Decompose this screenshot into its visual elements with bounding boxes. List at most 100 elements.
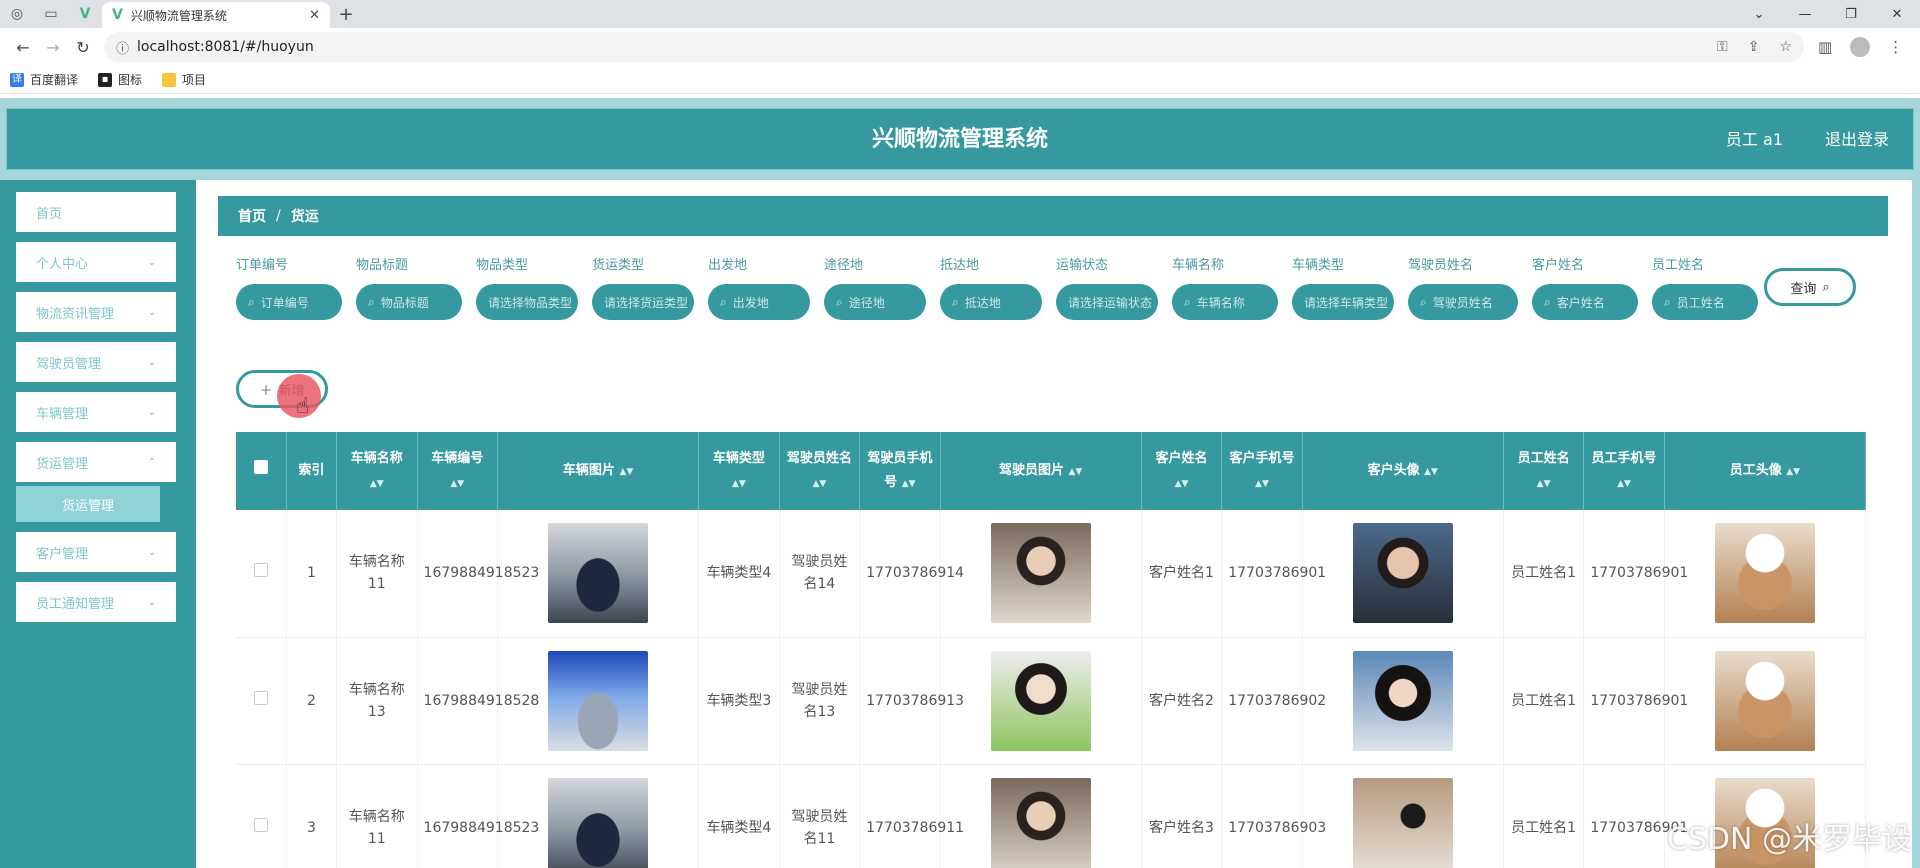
back-icon[interactable]: ← xyxy=(8,32,38,62)
key-icon[interactable]: ⚿ xyxy=(1717,39,1728,55)
driver-photo[interactable] xyxy=(990,523,1091,624)
driver-photo[interactable] xyxy=(990,777,1091,868)
vehicle-name-input[interactable]: ⌕ 车辆名称 xyxy=(1172,284,1278,320)
sidebar-item-drivers[interactable]: 驾驶员管理 ⌄ xyxy=(16,342,176,382)
sidebar-item-vehicles[interactable]: 车辆管理 ⌄ xyxy=(16,392,176,432)
row-checkbox[interactable] xyxy=(253,817,268,832)
sort-icon[interactable]: ▲▼ xyxy=(732,479,746,489)
sidepanel-icon[interactable]: ▥ xyxy=(1818,38,1832,56)
sort-icon[interactable]: ▲▼ xyxy=(450,479,464,489)
close-window-icon[interactable]: ✕ xyxy=(1874,0,1920,28)
staff-avatar[interactable] xyxy=(1714,650,1815,751)
sidebar-item-staff-notices[interactable]: 员工通知管理 ⌄ xyxy=(16,582,176,622)
driver-name-input[interactable]: ⌕ 驾驶员姓名 xyxy=(1408,284,1518,320)
origin-input[interactable]: ⌕ 出发地 xyxy=(708,284,810,320)
item-title-input[interactable]: ⌕ 物品标题 xyxy=(356,284,462,320)
sort-icon[interactable]: ▲▼ xyxy=(1786,467,1800,477)
header-staff-avatar[interactable]: 员工头像 ▲▼ xyxy=(1664,432,1866,510)
share-icon[interactable]: ⇪ xyxy=(1748,39,1760,55)
staff-name-input[interactable]: ⌕ 员工姓名 xyxy=(1652,284,1758,320)
order-no-input[interactable]: ⌕ 订单编号 xyxy=(236,284,342,320)
sort-icon[interactable]: ▲▼ xyxy=(1424,467,1438,477)
profile-avatar-icon[interactable] xyxy=(1850,37,1871,57)
sort-icon[interactable]: ▲▼ xyxy=(1537,479,1551,489)
vehicle-photo[interactable] xyxy=(548,650,649,751)
header-staff-phone[interactable]: 员工手机号 ▲▼ xyxy=(1583,432,1665,510)
sidebar-subitem-freight-management[interactable]: 货运管理 xyxy=(16,486,160,522)
tab-search-icon[interactable]: ⌄ xyxy=(1736,0,1782,28)
sort-icon[interactable]: ▲▼ xyxy=(619,467,633,477)
header-customer-avatar[interactable]: 客户头像 ▲▼ xyxy=(1302,432,1504,510)
transport-status-select[interactable]: 请选择运输状态⌄ xyxy=(1056,284,1158,320)
via-input[interactable]: ⌕ 途径地 xyxy=(824,284,926,320)
menu-dots-icon[interactable]: ⋮ xyxy=(1888,38,1903,56)
item-type-select[interactable]: 请选择物品类型⌄ xyxy=(476,284,578,320)
cell-vehicle-name: 车辆名称11 xyxy=(336,764,418,868)
sidebar-item-home[interactable]: 首页 xyxy=(16,192,176,232)
bookmark-item[interactable]: 译百度翻译 xyxy=(10,71,78,88)
cell-vehicle-type: 车辆类型4 xyxy=(698,510,780,638)
vehicle-type-select[interactable]: 请选择车辆类型⌄ xyxy=(1292,284,1394,320)
customer-avatar[interactable] xyxy=(1352,650,1453,751)
logout-link[interactable]: 退出登录 xyxy=(1825,109,1889,171)
breadcrumb-separator: / xyxy=(276,208,281,224)
bookmark-item[interactable]: 项目 xyxy=(162,71,206,88)
sidebar-item-profile[interactable]: 个人中心 ⌄ xyxy=(16,242,176,282)
vehicle-photo[interactable] xyxy=(548,777,649,868)
select-all-checkbox[interactable] xyxy=(253,460,268,474)
bookmark-image-icon: ▪ xyxy=(98,72,113,87)
restore-icon[interactable]: ❐ xyxy=(1828,0,1874,28)
header-driver-phone[interactable]: 驾驶员手机号 ▲▼ xyxy=(859,432,941,510)
cell-index: 1 xyxy=(286,510,338,638)
app-root: 兴顺物流管理系统 员工 a1 退出登录 首页 个人中心 ⌄ 物流资讯管理 ⌄ 驾驶员… xyxy=(0,98,1920,868)
header-customer-phone[interactable]: 客户手机号 ▲▼ xyxy=(1221,432,1303,510)
forward-icon[interactable]: → xyxy=(38,32,68,62)
driver-photo[interactable] xyxy=(990,650,1091,751)
header-vehicle-name[interactable]: 车辆名称 ▲▼ xyxy=(336,432,418,510)
sidebar-item-freight[interactable]: 货运管理 ⌃ xyxy=(16,442,176,482)
minimize-icon[interactable]: — xyxy=(1782,0,1828,28)
staff-avatar[interactable] xyxy=(1714,523,1815,624)
header-customer-name[interactable]: 客户姓名 ▲▼ xyxy=(1141,432,1223,510)
customer-name-input[interactable]: ⌕ 客户姓名 xyxy=(1532,284,1638,320)
bookmark-item[interactable]: ▪ 图标 xyxy=(98,71,142,88)
sort-icon[interactable]: ▲▼ xyxy=(1175,479,1189,489)
header-vehicle-no[interactable]: 车辆编号 ▲▼ xyxy=(417,432,499,510)
sort-icon[interactable]: ▲▼ xyxy=(812,479,826,489)
header-vehicle-photo[interactable]: 车辆图片 ▲▼ xyxy=(497,432,700,510)
table-row: 3 车辆名称11 1679884918523 车辆类型4 驾驶员姓名11 177… xyxy=(236,764,1866,868)
search-button[interactable]: 查询 ⌕ xyxy=(1764,268,1856,306)
star-icon[interactable]: ☆ xyxy=(1779,39,1792,55)
active-tab[interactable]: V 兴顺物流管理系统 ✕ xyxy=(102,2,330,28)
freight-type-select[interactable]: 请选择货运类型⌄ xyxy=(592,284,694,320)
cell-customer-name: 客户姓名3 xyxy=(1141,764,1223,868)
destination-input[interactable]: ⌕ 抵达地 xyxy=(940,284,1042,320)
new-tab-button[interactable]: + xyxy=(330,0,362,28)
sort-icon[interactable]: ▲▼ xyxy=(902,479,916,489)
breadcrumb-home[interactable]: 首页 xyxy=(238,206,266,226)
omnibox[interactable]: ⓘ localhost:8081/#/huoyun ⚿ ⇪ ☆ xyxy=(104,32,1804,62)
sort-icon[interactable]: ▲▼ xyxy=(1069,467,1083,477)
sort-icon[interactable]: ▲▼ xyxy=(1617,479,1631,489)
site-info-icon[interactable]: ⓘ xyxy=(116,38,129,57)
sidebar-item-news[interactable]: 物流资讯管理 ⌄ xyxy=(16,292,176,332)
header-vehicle-type[interactable]: 车辆类型 ▲▼ xyxy=(698,432,780,510)
sidebar-item-customers[interactable]: 客户管理 ⌄ xyxy=(16,532,176,572)
vue-tab-icon[interactable]: V xyxy=(68,0,102,28)
sort-icon[interactable]: ▲▼ xyxy=(1255,479,1269,489)
reload-icon[interactable]: ↻ xyxy=(68,32,98,62)
header-driver-photo[interactable]: 驾驶员图片 ▲▼ xyxy=(940,432,1142,510)
close-tab-icon[interactable]: ✕ xyxy=(309,8,320,23)
globe-icon[interactable]: ◎ xyxy=(0,0,34,28)
row-checkbox[interactable] xyxy=(253,690,268,705)
customer-avatar[interactable] xyxy=(1352,523,1453,624)
header-staff-name[interactable]: 员工姓名 ▲▼ xyxy=(1503,432,1585,510)
customer-avatar[interactable] xyxy=(1352,777,1453,868)
header-driver-name[interactable]: 驾驶员姓名 ▲▼ xyxy=(779,432,861,510)
blank-tab-icon[interactable]: ▭ xyxy=(34,0,68,28)
url-text[interactable]: localhost:8081/#/huoyun xyxy=(137,39,1709,55)
sort-icon[interactable]: ▲▼ xyxy=(370,479,384,489)
address-bar: ← → ↻ ⓘ localhost:8081/#/huoyun ⚿ ⇪ ☆ ▥ … xyxy=(0,28,1920,66)
vehicle-photo[interactable] xyxy=(548,523,649,624)
row-checkbox[interactable] xyxy=(253,563,268,578)
